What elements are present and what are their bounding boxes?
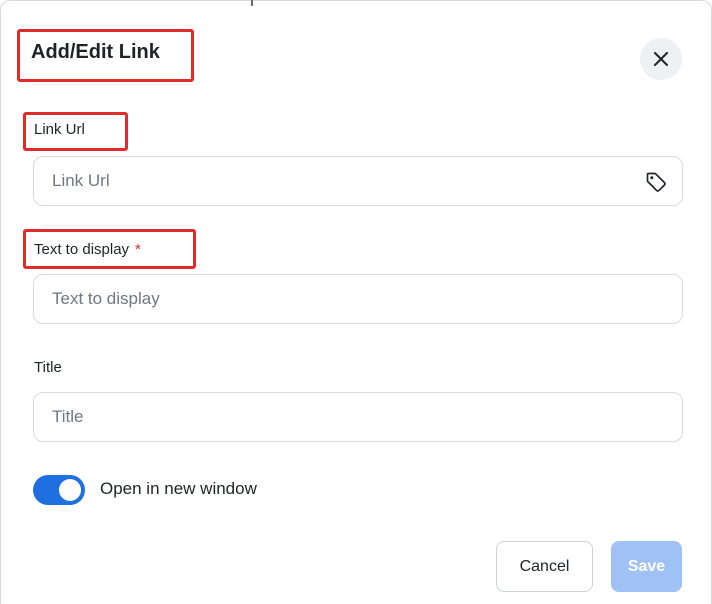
toggle-knob: [59, 479, 81, 501]
text-to-display-label-text: Text to display: [34, 241, 130, 258]
link-url-input[interactable]: [50, 170, 614, 192]
cancel-button[interactable]: Cancel: [496, 541, 593, 592]
link-url-label: Link Url: [34, 121, 85, 138]
close-icon: [654, 52, 668, 66]
add-edit-link-dialog: Add/Edit Link Link Url Text to display* …: [0, 0, 712, 604]
title-label: Title: [34, 359, 62, 376]
title-field[interactable]: [33, 392, 683, 442]
text-to-display-input[interactable]: [50, 288, 614, 310]
text-to-display-field[interactable]: [33, 274, 683, 324]
link-url-field[interactable]: [33, 156, 683, 206]
title-input[interactable]: [50, 406, 614, 428]
dialog-title: Add/Edit Link: [31, 41, 160, 63]
save-button[interactable]: Save: [611, 541, 682, 592]
required-marker: *: [135, 241, 141, 258]
divider: [251, 0, 253, 6]
close-button[interactable]: [640, 38, 682, 80]
text-to-display-label: Text to display *: [34, 241, 141, 258]
tag-icon[interactable]: [644, 170, 668, 194]
open-new-window-toggle[interactable]: [33, 475, 85, 505]
open-new-window-label[interactable]: Open in new window: [100, 479, 257, 499]
